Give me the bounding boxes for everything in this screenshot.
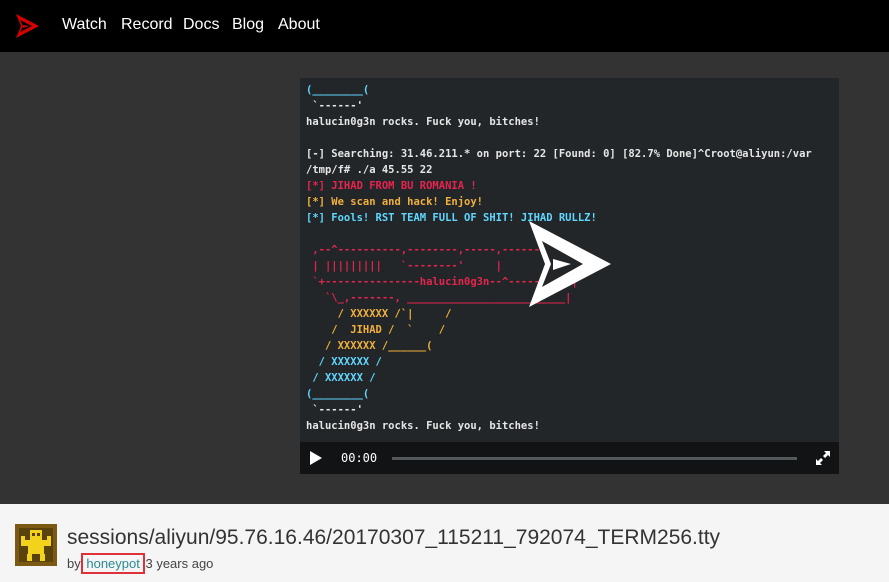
big-play-icon[interactable] [527,219,613,309]
nav-about[interactable]: About [278,15,320,35]
recording-info: sessions/aliyun/95.76.16.46/20170307_115… [0,504,889,582]
terminal-line: halucin0g3n rocks. Fuck you, bitches! [306,420,540,432]
nav-watch[interactable]: Watch [62,15,107,35]
play-icon[interactable] [310,451,322,465]
nav-blog[interactable]: Blog [232,15,264,35]
terminal-line: [-] Searching: 31.46.211.* on port: 22 [… [306,148,812,160]
player-stage: (________( `------' halucin0g3n rocks. Fu… [0,52,889,504]
time-display: 00:00 [341,451,378,465]
terminal-line: (________( [306,84,370,96]
terminal-line: (________( [306,388,370,400]
terminal-line: /tmp/f# ./a 45.55 22 [306,164,433,176]
terminal-line: [*] JIHAD FROM BU ROMANIA ! [306,180,477,192]
terminal-line: / JIHAD / ` / [306,324,446,336]
recording-age: 3 years ago [145,556,214,571]
author-link[interactable]: honeypot [81,553,145,574]
navbar: Watch Record Docs Blog About [0,0,889,52]
progress-bar[interactable] [392,457,797,460]
terminal-line: / XXXXXX /______( [306,340,433,352]
terminal-line: [*] We scan and hack! Enjoy! [306,196,484,208]
user-avatar[interactable] [15,524,57,566]
nav-record[interactable]: Record [121,15,173,35]
by-label: by [67,556,81,571]
terminal-line: `------' [306,404,363,416]
player-control-bar: 00:00 [300,442,839,474]
recording-title: sessions/aliyun/95.76.16.46/20170307_115… [67,526,721,549]
terminal-line: `------' [306,100,363,112]
terminal-line: / XXXXXX / [306,372,376,384]
nav-docs[interactable]: Docs [183,15,219,35]
asciinema-logo-icon[interactable] [14,13,40,39]
asciicast-player[interactable]: (________( `------' halucin0g3n rocks. Fu… [300,78,839,474]
recording-byline: by honeypot 3 years ago [67,553,214,574]
terminal-line: / XXXXXX / [306,356,382,368]
terminal-line: halucin0g3n rocks. Fuck you, bitches! [306,116,540,128]
fullscreen-icon[interactable] [815,450,831,466]
